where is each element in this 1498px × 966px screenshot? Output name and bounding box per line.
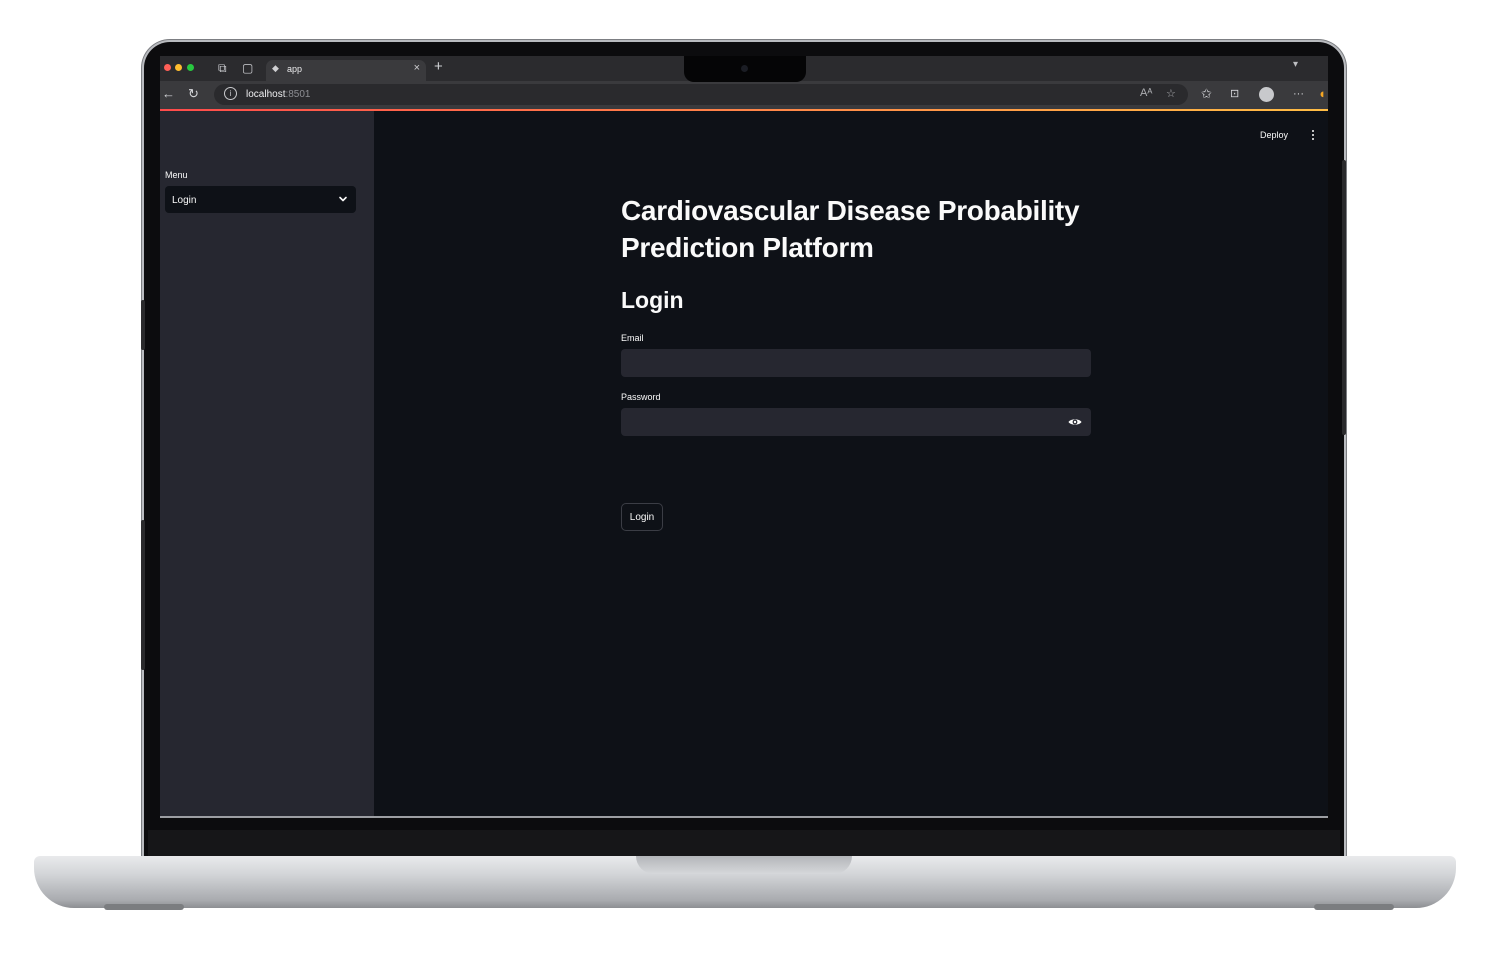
password-field[interactable]	[621, 408, 1091, 436]
main-content: Cardiovascular Disease Probability Predi…	[621, 192, 1091, 531]
show-password-eye-icon[interactable]	[1067, 414, 1083, 430]
login-heading: Login	[621, 287, 684, 313]
read-aloud-icon[interactable]: Aᴬ	[1140, 87, 1152, 99]
copilot-icon[interactable]: ◖	[1318, 86, 1326, 102]
screen: ⧉ ▢ ◆ app × + ▾ ← ↻ i localhost:8501 Aᴬ …	[160, 56, 1328, 818]
refresh-icon[interactable]: ↻	[188, 86, 199, 102]
tab-search-icon[interactable]: ▾	[1293, 59, 1298, 70]
back-icon[interactable]: ←	[162, 86, 175, 102]
profile-avatar-icon[interactable]	[1259, 87, 1274, 102]
laptop-edge	[141, 300, 145, 350]
screen-bottom-edge	[160, 816, 1328, 818]
tab-title: app	[287, 64, 303, 74]
laptop-opening-groove	[636, 856, 852, 874]
sidebar-menu-selected-value: Login	[172, 195, 197, 206]
laptop-foot	[104, 904, 184, 910]
sidebar-menu-select[interactable]: Login	[165, 186, 356, 213]
laptop-hinge	[148, 830, 1340, 856]
email-label: Email	[621, 333, 644, 343]
minimize-window-icon[interactable]	[175, 64, 182, 71]
address-bar[interactable]: i localhost:8501 Aᴬ ☆	[214, 84, 1188, 105]
password-label: Password	[621, 392, 661, 402]
email-field[interactable]	[621, 349, 1091, 377]
browser-tab[interactable]: ◆ app ×	[266, 60, 426, 81]
sidebar-menu-label: Menu	[165, 170, 188, 180]
tab-actions-icon[interactable]: ▢	[242, 60, 253, 76]
deploy-button[interactable]: Deploy	[1260, 130, 1288, 140]
tab-close-icon[interactable]: ×	[414, 62, 420, 74]
camera-icon	[741, 65, 748, 72]
site-info-icon[interactable]: i	[224, 87, 237, 100]
url-text: localhost:8501	[246, 89, 311, 100]
workspaces-icon[interactable]: ⧉	[218, 60, 227, 76]
laptop-foot	[1314, 904, 1394, 910]
camera-notch	[684, 56, 806, 82]
sidebar	[160, 111, 374, 818]
maximize-window-icon[interactable]	[187, 64, 194, 71]
new-tab-button[interactable]: +	[434, 58, 443, 75]
favorites-icon[interactable]: ✩	[1201, 86, 1212, 102]
favorite-star-icon[interactable]: ☆	[1166, 87, 1176, 100]
browser-toolbar: ← ↻ i localhost:8501 Aᴬ ☆ ✩ ⊡ ··· ◖	[160, 81, 1328, 109]
close-window-icon[interactable]	[164, 64, 171, 71]
streamlit-favicon-icon: ◆	[272, 63, 279, 73]
login-button[interactable]: Login	[621, 503, 663, 531]
chevron-down-icon	[339, 196, 347, 202]
split-screen-icon[interactable]: ⊡	[1230, 86, 1239, 102]
main-menu-icon[interactable]	[1310, 129, 1316, 141]
laptop-edge	[141, 520, 145, 670]
laptop-edge	[1342, 160, 1346, 435]
more-menu-icon[interactable]: ···	[1293, 86, 1304, 102]
url-host: localhost	[246, 89, 286, 100]
page-title: Cardiovascular Disease Probability Predi…	[621, 195, 1080, 263]
url-port: :8501	[285, 89, 311, 100]
